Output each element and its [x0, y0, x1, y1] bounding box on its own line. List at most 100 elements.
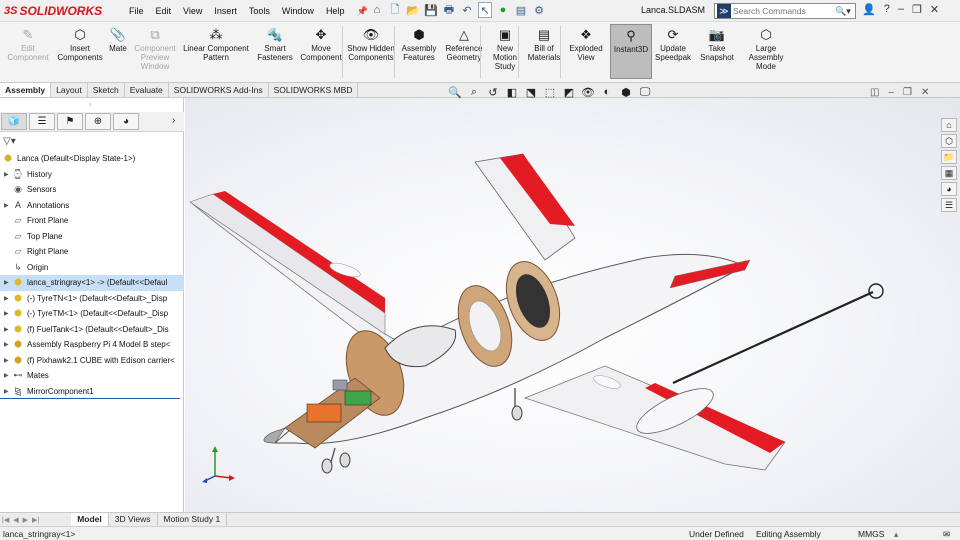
- new-document-icon[interactable]: 🗋: [388, 2, 402, 18]
- configuration-manager-tab-icon[interactable]: ⚑: [57, 113, 83, 130]
- menu-window[interactable]: Window: [276, 0, 320, 22]
- feature-manager-tab-icon[interactable]: 🧊: [1, 113, 27, 130]
- view-palette-icon[interactable]: ▦: [941, 166, 957, 180]
- view-orientation-icon[interactable]: ⬚: [542, 86, 558, 99]
- panel-grip-icon[interactable]: ◦: [89, 100, 92, 109]
- help-icon[interactable]: ?: [884, 3, 890, 16]
- ribbon-button-update-speedpak[interactable]: ⟳ Update Speedpak: [652, 24, 694, 63]
- file-properties-icon[interactable]: ▤: [514, 2, 528, 18]
- prev-tab-icon[interactable]: ◀: [11, 516, 20, 524]
- rebuild-icon[interactable]: ●: [496, 2, 510, 18]
- undo-icon[interactable]: ↶: [460, 2, 474, 18]
- tab-mbd[interactable]: SOLIDWORKS MBD: [269, 83, 359, 97]
- expand-arrow-icon[interactable]: ▶: [4, 388, 12, 395]
- tree-item[interactable]: ↳ Origin: [0, 260, 184, 276]
- ribbon-button-smart-fasteners[interactable]: 🔩 Smart Fasteners: [256, 24, 294, 63]
- design-library-icon[interactable]: ⬡: [941, 134, 957, 148]
- left-wing[interactable]: [189, 201, 418, 361]
- viewport-restore-icon[interactable]: ◫: [870, 87, 879, 98]
- tab-model[interactable]: Model: [71, 513, 109, 526]
- edit-appearance-icon[interactable]: ◐: [599, 86, 615, 99]
- search-commands-box[interactable]: ≫ 🔍▾: [714, 3, 856, 19]
- close-icon[interactable]: ✕: [930, 3, 939, 16]
- next-tab-icon[interactable]: ▶: [21, 516, 30, 524]
- ribbon-button-large-assembly-mode[interactable]: ⬡ Large Assembly Mode: [744, 24, 788, 72]
- tree-item[interactable]: ▶ ⬢ (-) TyreTN<1> (Default<<Default>_Disp: [0, 291, 184, 307]
- custom-properties-icon[interactable]: ☰: [941, 198, 957, 212]
- tree-item[interactable]: ▶ ⬢ (f) Pixhawk2.1 CUBE with Edison carrie…: [0, 353, 184, 369]
- tree-item[interactable]: ▶ A Annotations: [0, 198, 184, 214]
- menu-view[interactable]: View: [177, 0, 208, 22]
- ribbon-button-new-motion-study[interactable]: ▣ New Motion Study: [488, 24, 522, 72]
- dimxpert-tab-icon[interactable]: ⊕: [85, 113, 111, 130]
- previous-view-icon[interactable]: ↺: [485, 86, 501, 99]
- menu-tools[interactable]: Tools: [243, 0, 276, 22]
- viewport-maximize-icon[interactable]: ❐: [903, 87, 912, 98]
- tree-item[interactable]: ▶ ⌚ History: [0, 167, 184, 183]
- expand-arrow-icon[interactable]: ▶: [4, 295, 12, 302]
- tab-3d-views[interactable]: 3D Views: [109, 513, 158, 526]
- expand-arrow-icon[interactable]: ▶: [4, 372, 12, 379]
- ribbon-button-component-preview-window[interactable]: ⧉ Component Preview Window: [134, 24, 176, 72]
- search-input[interactable]: [733, 6, 833, 16]
- zoom-to-fit-icon[interactable]: 🔍: [447, 86, 463, 99]
- dynamic-annotation-icon[interactable]: ⬔: [523, 86, 539, 99]
- tab-assembly[interactable]: Assembly: [0, 83, 52, 97]
- ribbon-button-insert-components[interactable]: ⬡ Insert Components: [57, 24, 102, 63]
- user-icon[interactable]: 👤: [862, 3, 876, 16]
- viewport-minimize-icon[interactable]: –: [888, 87, 894, 98]
- tab-addins[interactable]: SOLIDWORKS Add-Ins: [169, 83, 269, 97]
- ribbon-button-move-component[interactable]: ✥ Move Component: [300, 24, 342, 63]
- ribbon-button-bill-of-materials[interactable]: ▤ Bill of Materials: [524, 24, 564, 63]
- solidworks-resources-icon[interactable]: ⌂: [941, 118, 957, 132]
- tree-item[interactable]: ▶ ⬢ (f) FuelTank<1> (Default<<Default>_Dis: [0, 322, 184, 338]
- menu-file[interactable]: File: [123, 0, 150, 22]
- restore-icon[interactable]: ❐: [912, 3, 922, 16]
- tree-item[interactable]: ⬢ Lanca (Default<Display State-1>): [0, 151, 184, 167]
- expand-arrow-icon[interactable]: ▶: [4, 202, 12, 209]
- tab-sketch[interactable]: Sketch: [88, 83, 125, 97]
- tree-item[interactable]: ▱ Right Plane: [0, 244, 184, 260]
- tree-item[interactable]: ▶ ⧎ MirrorComponent1: [0, 384, 184, 400]
- ribbon-button-take-snapshot[interactable]: 📷 Take Snapshot: [698, 24, 736, 63]
- tree-item[interactable]: ◉ Sensors: [0, 182, 184, 198]
- display-manager-tab-icon[interactable]: ◕: [113, 113, 139, 130]
- ribbon-button-mate[interactable]: 📎 Mate: [104, 24, 132, 54]
- tab-layout[interactable]: Layout: [51, 83, 88, 97]
- status-chat-icon[interactable]: ✉: [943, 529, 950, 540]
- graphics-viewport[interactable]: [185, 98, 960, 512]
- hide-show-icon[interactable]: 👁: [580, 86, 596, 99]
- tab-motion-study[interactable]: Motion Study 1: [158, 513, 228, 526]
- expand-arrow-icon[interactable]: ▶: [4, 171, 12, 178]
- print-icon[interactable]: 🖶: [442, 2, 456, 18]
- aircraft-model[interactable]: [185, 98, 960, 512]
- property-manager-tab-icon[interactable]: ☰: [29, 113, 55, 130]
- tree-item[interactable]: ▶ ⬢ Assembly Raspberry Pi 4 Model B step<: [0, 337, 184, 353]
- expand-arrow-icon[interactable]: ▶: [4, 357, 12, 364]
- ribbon-button-show-hidden-components[interactable]: 👁 Show Hidden Components: [346, 24, 396, 63]
- file-explorer-icon[interactable]: 📁: [941, 150, 957, 164]
- apply-scene-icon[interactable]: ⬢: [618, 86, 634, 99]
- menu-insert[interactable]: Insert: [208, 0, 243, 22]
- zoom-to-area-icon[interactable]: ⌕: [466, 86, 482, 99]
- options-gear-icon[interactable]: ⚙: [532, 2, 546, 18]
- expand-arrow-icon[interactable]: ▶: [4, 310, 12, 317]
- tree-item[interactable]: ▶ ⊷ Mates: [0, 368, 184, 384]
- menu-edit[interactable]: Edit: [150, 0, 178, 22]
- menu-help[interactable]: Help: [320, 0, 351, 22]
- status-units[interactable]: MMGS: [858, 529, 884, 539]
- appearances-icon[interactable]: ◕: [941, 182, 957, 196]
- ribbon-button-instant3d[interactable]: ⚲ Instant3D: [610, 24, 652, 79]
- ribbon-button-exploded-view[interactable]: ❖ Exploded View: [566, 24, 606, 63]
- filter-icon[interactable]: ▽▾: [3, 136, 16, 147]
- minimize-icon[interactable]: –: [898, 3, 904, 16]
- section-view-icon[interactable]: ◧: [504, 86, 520, 99]
- ribbon-button-edit-component[interactable]: ✎ Edit Component: [6, 24, 50, 63]
- tree-item[interactable]: ▱ Front Plane: [0, 213, 184, 229]
- display-style-icon[interactable]: ◩: [561, 86, 577, 99]
- expand-arrow-icon[interactable]: ▶: [4, 341, 12, 348]
- tree-item[interactable]: ▶ ⬢ (-) TyreTM<1> (Default<<Default>_Disp: [0, 306, 184, 322]
- solidworks-logo[interactable]: 3S SOLIDWORKS: [4, 3, 102, 19]
- ribbon-button-assembly-features[interactable]: ⬢ Assembly Features: [400, 24, 438, 63]
- select-arrow-icon[interactable]: ↖: [478, 2, 492, 18]
